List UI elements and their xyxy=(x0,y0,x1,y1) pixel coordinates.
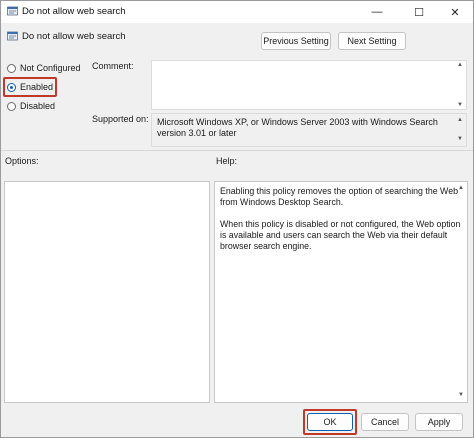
help-panel: Enabling this policy removes the option … xyxy=(214,181,468,403)
policy-dialog: Do not allow web search — ☐ ✕ Do not all… xyxy=(0,0,474,438)
cancel-button[interactable]: Cancel xyxy=(361,413,409,431)
previous-setting-button[interactable]: Previous Setting xyxy=(261,32,331,50)
section-divider xyxy=(1,150,473,151)
scroll-down-icon[interactable]: ▼ xyxy=(457,102,465,108)
scroll-up-icon[interactable]: ▲ xyxy=(458,183,466,194)
options-label: Options: xyxy=(5,156,39,166)
help-paragraph: When this policy is disabled or not conf… xyxy=(220,219,461,251)
apply-button[interactable]: Apply xyxy=(415,413,463,431)
policy-settings-icon xyxy=(7,6,18,16)
window-title: Do not allow web search xyxy=(22,6,126,17)
next-setting-button[interactable]: Next Setting xyxy=(338,32,406,50)
supported-on-field: Microsoft Windows XP, or Windows Server … xyxy=(151,113,467,147)
help-paragraph: Enabling this policy removes the option … xyxy=(220,186,458,207)
radio-enabled[interactable]: Enabled xyxy=(7,82,53,92)
scroll-down-icon[interactable]: ▼ xyxy=(457,134,465,145)
radio-disabled[interactable]: Disabled xyxy=(7,101,55,111)
ok-button[interactable]: OK xyxy=(307,413,353,431)
scroll-up-icon[interactable]: ▲ xyxy=(457,62,465,68)
supported-scrollbar[interactable]: ▲ ▼ xyxy=(457,115,465,145)
policy-title: Do not allow web search xyxy=(22,31,126,42)
close-button[interactable]: ✕ xyxy=(437,1,473,23)
radio-label: Disabled xyxy=(20,101,56,111)
scroll-down-icon[interactable]: ▼ xyxy=(458,390,466,401)
title-bar: Do not allow web search — ☐ ✕ xyxy=(1,1,473,23)
help-scrollbar[interactable]: ▲ ▼ xyxy=(458,183,466,401)
comment-label: Comment: xyxy=(92,61,134,71)
maximize-button[interactable]: ☐ xyxy=(401,1,437,23)
supported-on-label: Supported on: xyxy=(92,114,149,124)
options-panel xyxy=(4,181,210,403)
radio-not-configured[interactable]: Not Configured xyxy=(7,63,81,73)
help-label: Help: xyxy=(216,156,238,166)
radio-circle[interactable] xyxy=(7,63,16,73)
policy-settings-icon xyxy=(7,31,18,41)
radio-circle[interactable] xyxy=(7,101,16,111)
comment-textarea[interactable]: ▲ ▼ xyxy=(151,60,467,110)
scroll-up-icon[interactable]: ▲ xyxy=(457,115,465,126)
minimize-button[interactable]: — xyxy=(359,1,395,23)
radio-circle[interactable] xyxy=(7,82,16,92)
radio-label: Enabled xyxy=(20,82,54,92)
comment-scrollbar[interactable]: ▲ ▼ xyxy=(457,62,465,108)
radio-label: Not Configured xyxy=(20,63,81,73)
supported-on-value: Microsoft Windows XP, or Windows Server … xyxy=(157,117,438,138)
